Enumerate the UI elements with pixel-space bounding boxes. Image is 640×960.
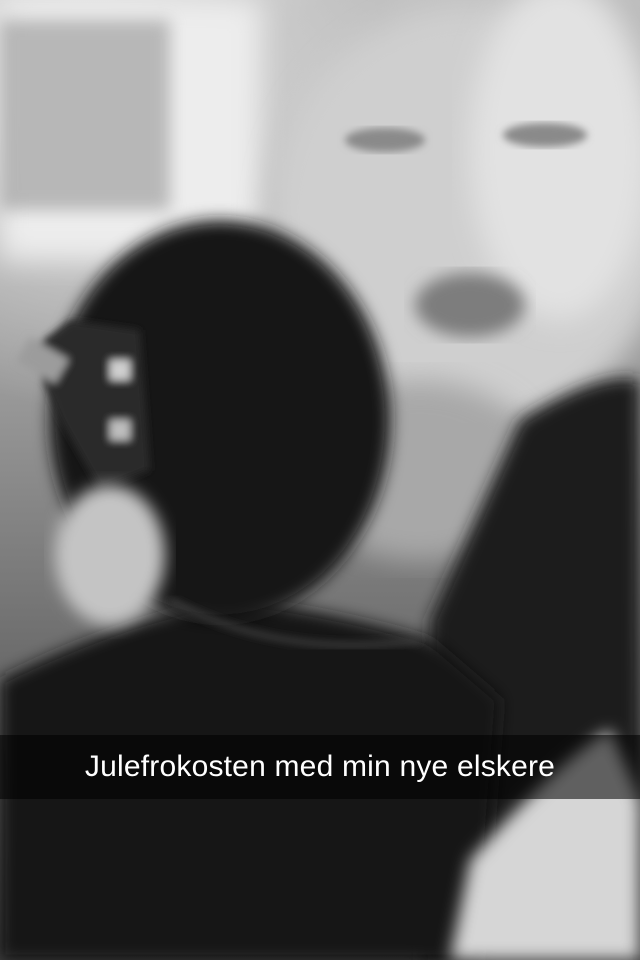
right-eye	[503, 123, 587, 147]
caption-text: Julefrokosten med min nye elskere	[84, 750, 556, 783]
window-frame	[0, 20, 170, 210]
hand	[55, 485, 165, 625]
left-eye	[345, 128, 425, 152]
photo	[0, 0, 640, 960]
lips	[415, 273, 525, 337]
snap-photo-view: Julefrokosten med min nye elskere	[0, 0, 640, 960]
caption-bar: Julefrokosten med min nye elskere	[0, 735, 640, 799]
